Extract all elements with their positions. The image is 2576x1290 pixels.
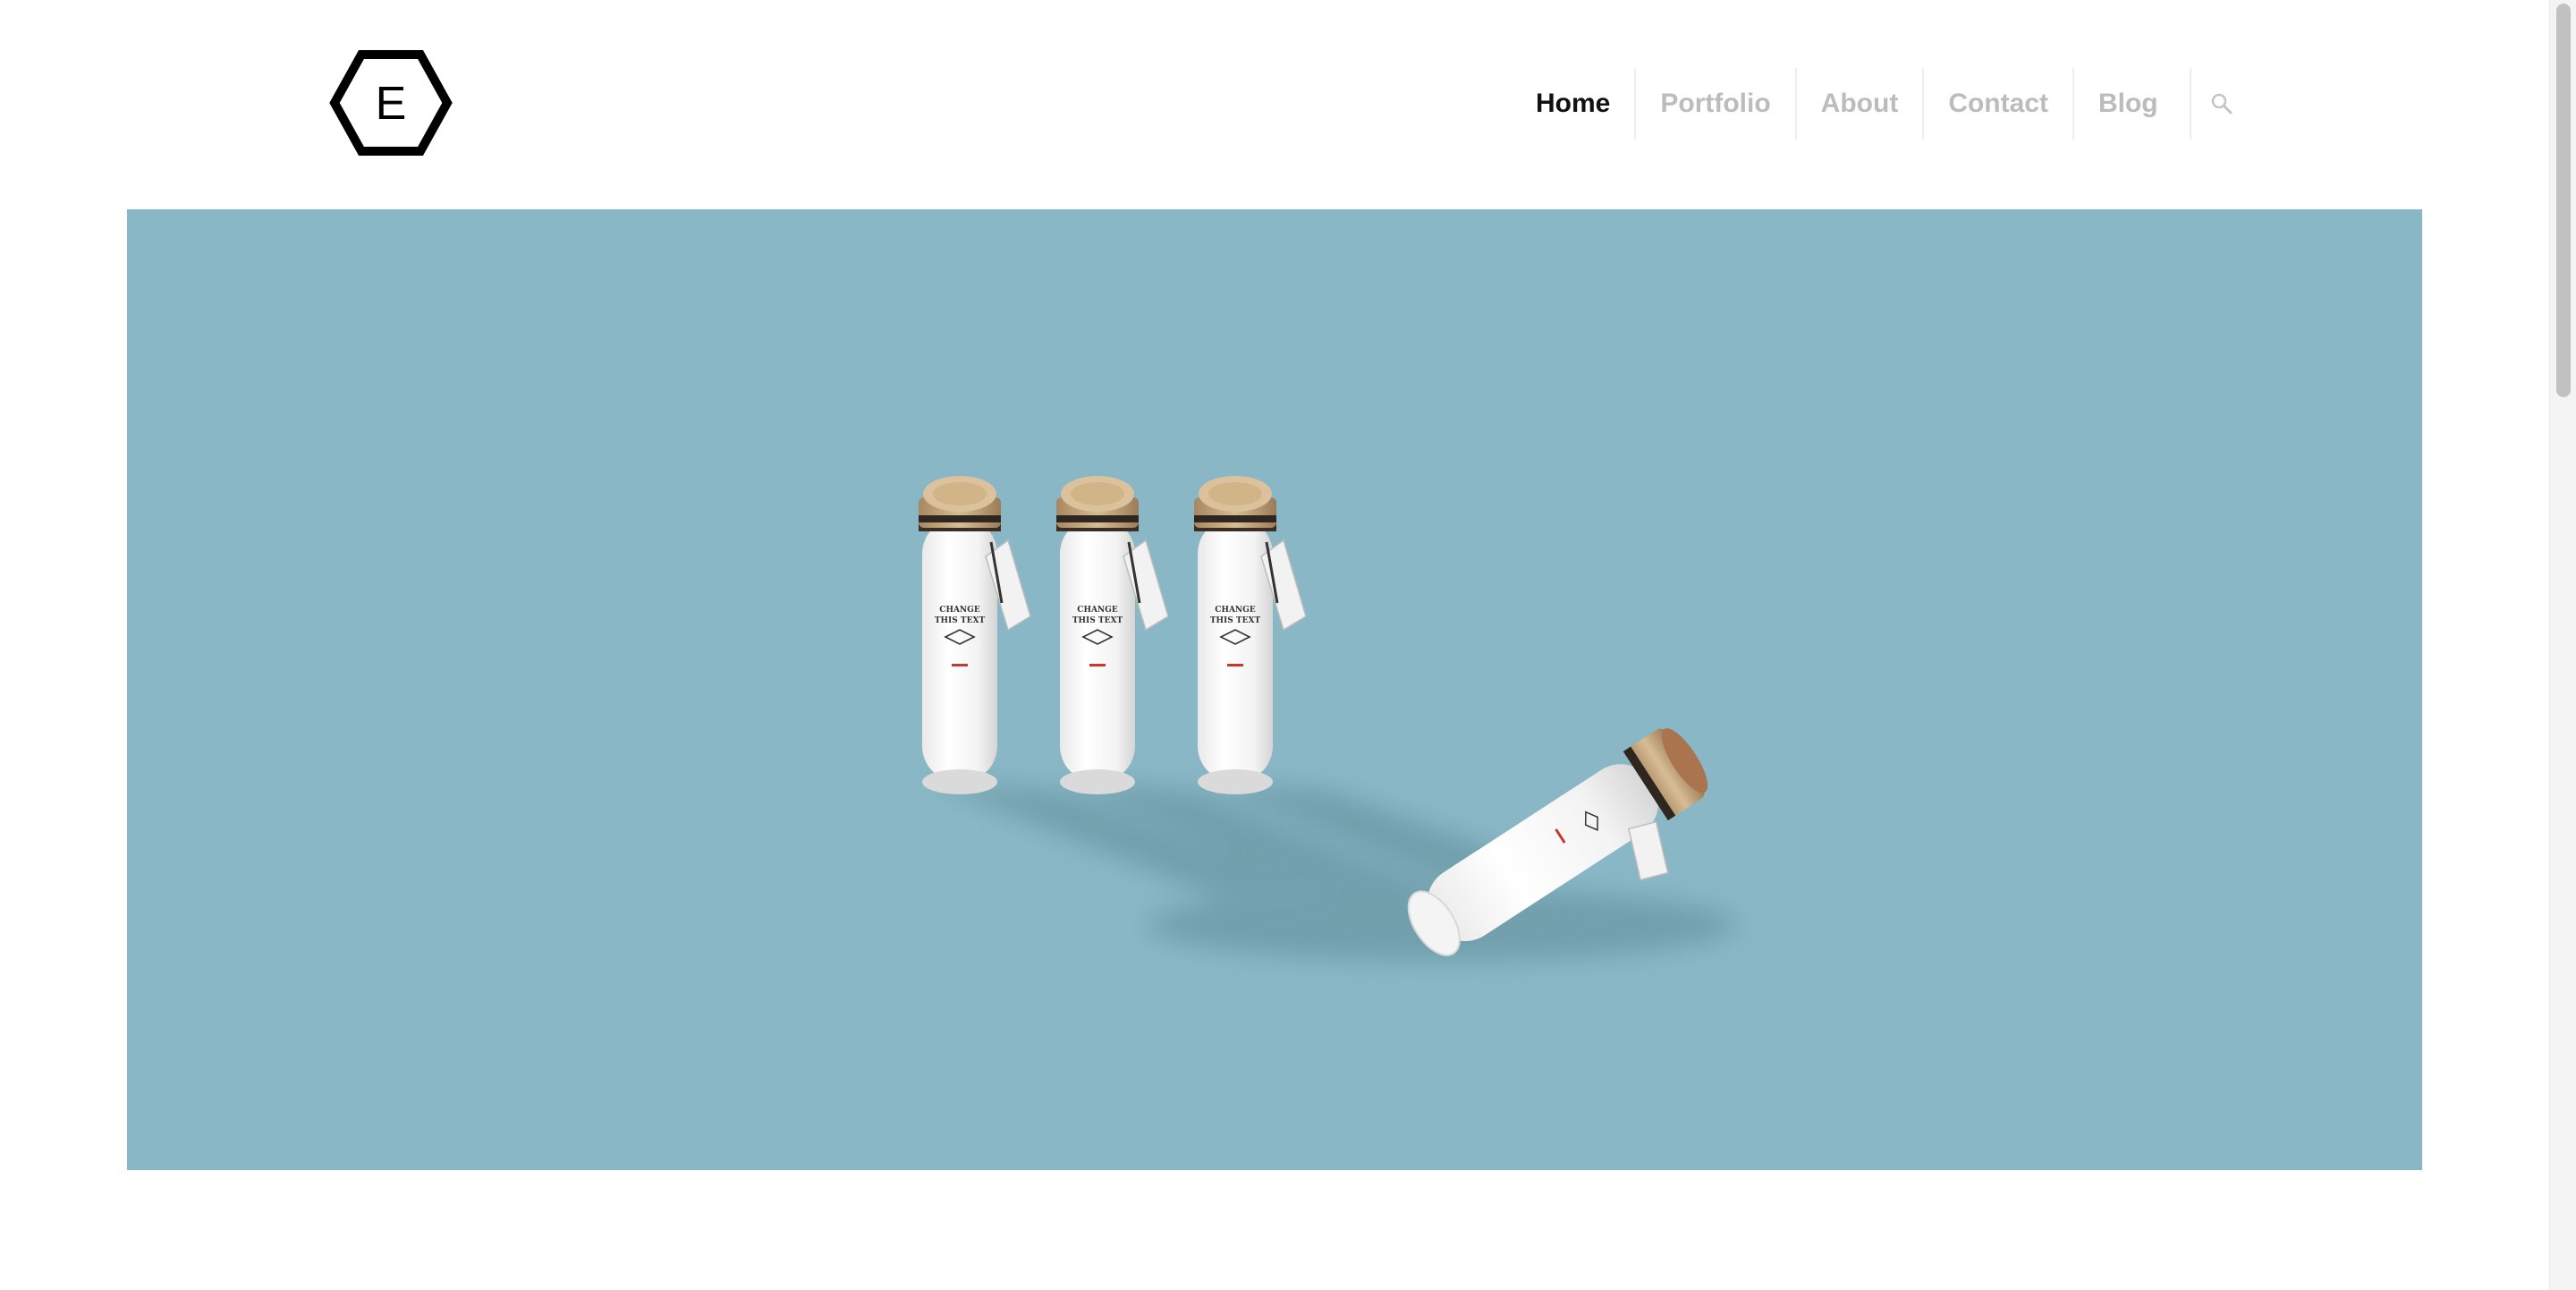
main-nav: Home Portfolio About Contact Blog — [1512, 68, 2252, 140]
bottle-label-line1: CHANGE — [1215, 606, 1256, 615]
logo-letter: E — [376, 78, 407, 130]
bottle-label-line1: CHANGE — [939, 606, 980, 615]
search-button[interactable] — [2189, 68, 2252, 140]
nav-blog[interactable]: Blog — [2072, 68, 2182, 140]
site-logo[interactable]: E — [329, 49, 453, 157]
search-icon — [2211, 93, 2233, 115]
nav-about[interactable]: About — [1794, 68, 1923, 140]
bottle-1: CHANGE THIS TEXT — [919, 476, 1031, 794]
bottle-label-line2: THIS TEXT — [1072, 616, 1123, 625]
hexagon-logo-icon: E — [329, 50, 453, 156]
hero-image: CHANGE THIS TEXT CHANGE THIS TEXT CHANGE… — [127, 209, 2422, 1170]
nav-contact[interactable]: Contact — [1922, 68, 2072, 140]
nav-home[interactable]: Home — [1512, 68, 1634, 140]
bottle-2: CHANGE THIS TEXT — [1056, 476, 1169, 794]
bottle-3: CHANGE THIS TEXT — [1194, 476, 1307, 794]
bottle-label-line1: CHANGE — [1077, 606, 1118, 615]
page: E Home Portfolio About Contact Blog CHAN… — [0, 0, 2576, 1290]
scrollbar[interactable] — [2549, 0, 2576, 1290]
bottle-label-line2: THIS TEXT — [1210, 616, 1261, 625]
nav-portfolio[interactable]: Portfolio — [1634, 68, 1794, 140]
bottle-label-line2: THIS TEXT — [935, 616, 986, 625]
scrollbar-thumb[interactable] — [2556, 4, 2571, 397]
bottles-illustration: CHANGE THIS TEXT CHANGE THIS TEXT CHANGE… — [919, 476, 1737, 961]
